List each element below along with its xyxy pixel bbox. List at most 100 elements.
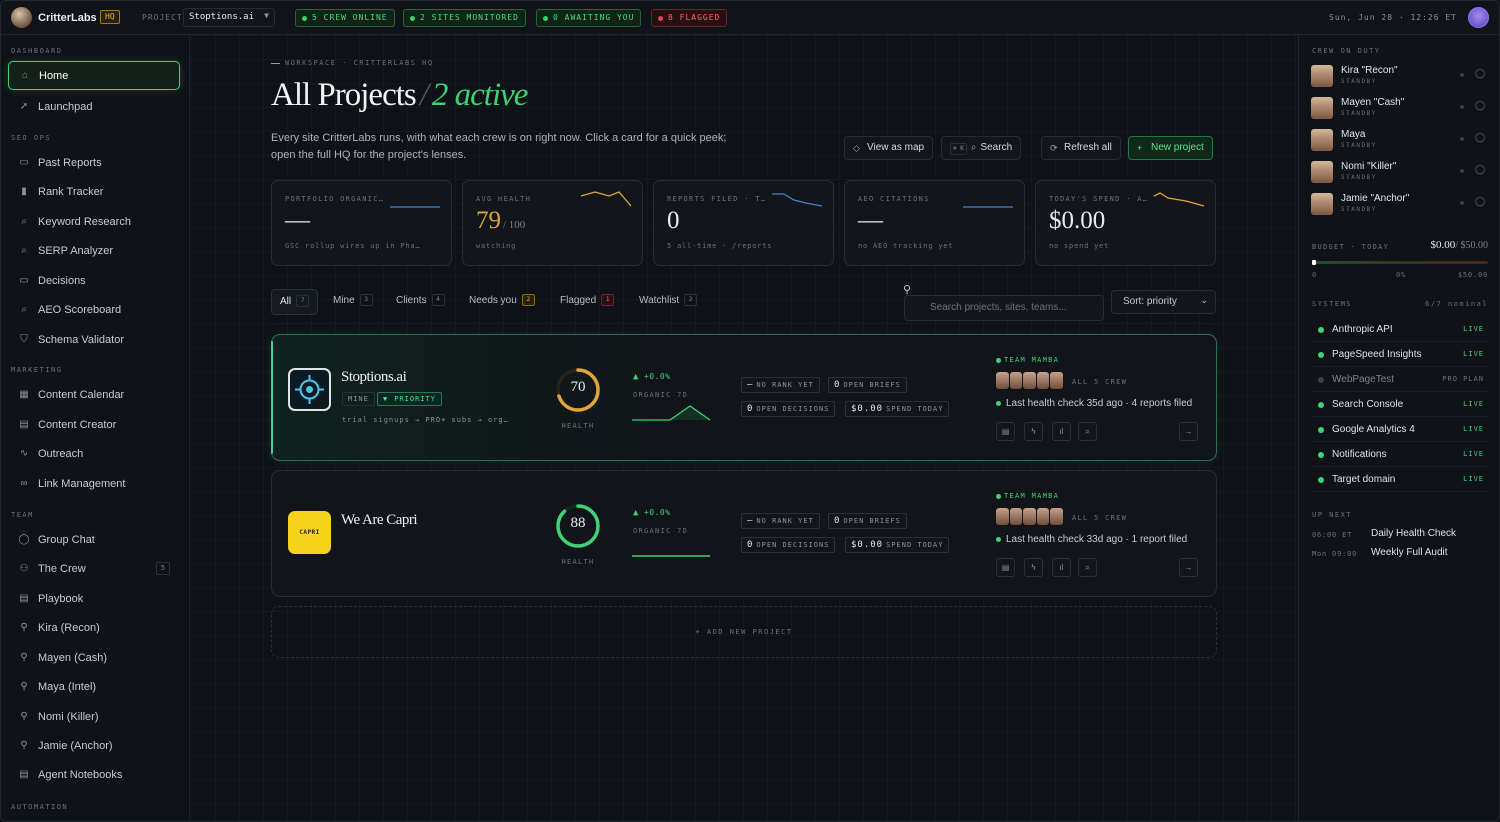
add-new-project-button[interactable]: + ADD NEW PROJECT	[271, 606, 1217, 658]
chat-icon[interactable]: ◯	[1475, 100, 1485, 111]
crew-row[interactable]: Jamie "Anchor" STANDBY ◯	[1311, 193, 1491, 219]
nav-content-creator[interactable]: ▤ Content Creator	[8, 410, 180, 439]
bar-chart-icon[interactable]: ıl	[1052, 558, 1071, 577]
nav-schema-validator[interactable]: ⛉ Schema Validator	[8, 325, 180, 354]
nav-mayen[interactable]: ⚲ Mayen (Cash)	[8, 643, 180, 672]
filter-needs-you[interactable]: Needs you 2	[461, 289, 543, 315]
filter-clients[interactable]: Clients 4	[388, 289, 453, 315]
project-card-capri[interactable]: CAPRI We Are Capri 88 HEALTH ▲ +0.0% ORGA…	[271, 470, 1217, 597]
nav-maya[interactable]: ⚲ Maya (Intel)	[8, 672, 180, 701]
up-next-item[interactable]: Mon 09:00 Weekly Full Audit	[1312, 547, 1492, 563]
crew-avatars	[996, 508, 1064, 525]
crew-row[interactable]: Kira "Recon" STANDBY ◯	[1311, 65, 1491, 91]
nav-rank-tracker[interactable]: ▮ Rank Tracker	[8, 177, 180, 206]
crew-online-pill[interactable]: 5 CREW ONLINE	[295, 9, 395, 27]
nav-kira[interactable]: ⚲ Kira (Recon)	[8, 613, 180, 642]
stat-reports-filed[interactable]: REPORTS FILED · T… 0 5 all-time · /repor…	[653, 180, 834, 266]
stat-sparkline	[580, 191, 632, 207]
system-name: Search Console	[1332, 399, 1404, 410]
nav-label: Jamie (Anchor)	[38, 739, 113, 752]
nav-jamie[interactable]: ⚲ Jamie (Anchor)	[8, 731, 180, 760]
nav-home[interactable]: ⌂ Home	[8, 61, 180, 90]
system-row[interactable]: Anthropic API LIVE	[1312, 318, 1488, 342]
nav-decisions[interactable]: ▭ Decisions	[8, 266, 180, 295]
search-input[interactable]: Search projects, sites, teams...	[904, 295, 1104, 321]
new-project-button[interactable]: + New project	[1128, 136, 1213, 160]
nav-outreach[interactable]: ∿ Outreach	[8, 439, 180, 468]
awaiting-pill[interactable]: 0 AWAITING YOU	[536, 9, 642, 27]
filter-all[interactable]: All 7	[271, 289, 319, 315]
system-row[interactable]: PageSpeed Insights LIVE	[1312, 343, 1488, 367]
user-icon: ⚲	[20, 622, 28, 633]
project-card-stoptions[interactable]: Stoptions.ai MINE ▼ PRIORITY trial signup…	[271, 334, 1217, 461]
system-row[interactable]: WebPageTest PRO PLAN	[1312, 368, 1488, 392]
stat-sparkline	[963, 206, 1013, 208]
search-button[interactable]: ⌘ K ⌕ Search	[941, 136, 1022, 160]
sort-select[interactable]: Sort: priority ⌄	[1111, 290, 1216, 314]
system-row[interactable]: Search Console LIVE	[1312, 393, 1488, 417]
system-name: Anthropic API	[1332, 324, 1393, 335]
stat-portfolio-organic[interactable]: PORTFOLIO ORGANIC… — GSC rollup wires up…	[271, 180, 452, 266]
user-icon: ⚲	[20, 740, 28, 751]
nav-link-management[interactable]: ∞ Link Management	[8, 469, 180, 498]
nav-aeo-scoreboard[interactable]: ⌕ AEO Scoreboard	[8, 295, 180, 324]
lightning-icon[interactable]: ϟ	[1024, 558, 1043, 577]
up-next-item[interactable]: 06:00 ET Daily Health Check	[1312, 528, 1492, 544]
clock: Sun, Jun 28 · 12:26 ET	[1329, 13, 1457, 22]
up-next-time: Mon 09:00	[1312, 550, 1358, 558]
breadcrumb-text: WORKSPACE · CRITTERLABS HQ	[285, 59, 434, 67]
chat-icon[interactable]: ◯	[1475, 196, 1485, 207]
section-seo-ops: SEO OPS	[11, 134, 52, 142]
system-name: PageSpeed Insights	[1332, 349, 1422, 360]
shield-icon: ⛉	[20, 334, 28, 345]
filter-watchlist[interactable]: Watchlist 2	[631, 289, 705, 315]
stat-avg-health[interactable]: AVG HEALTH 79/ 100 watching	[462, 180, 643, 266]
flagged-pill[interactable]: 8 FLAGGED	[651, 9, 728, 27]
system-row[interactable]: Google Analytics 4 LIVE	[1312, 418, 1488, 442]
stat-value-text: —	[858, 207, 883, 234]
nav-serp-analyzer[interactable]: ⌕ SERP Analyzer	[8, 236, 180, 265]
bar-chart-icon[interactable]: ıl	[1052, 422, 1071, 441]
chip-label: SPEND TODAY	[886, 541, 944, 549]
refresh-all-button[interactable]: ⟳ Refresh all	[1041, 136, 1121, 160]
sites-monitored-pill[interactable]: 2 SITES MONITORED	[403, 9, 526, 27]
stat-aeo-citations[interactable]: AEO CITATIONS — no AEO tracking yet	[844, 180, 1025, 266]
report-icon[interactable]: ▤	[996, 422, 1015, 441]
chat-icon[interactable]: ◯	[1475, 164, 1485, 175]
lightning-icon[interactable]: ϟ	[1024, 422, 1043, 441]
filter-flagged[interactable]: Flagged 1	[552, 289, 622, 315]
crew-row[interactable]: Mayen "Cash" STANDBY ◯	[1311, 97, 1491, 123]
stat-label: PORTFOLIO ORGANIC…	[285, 195, 385, 203]
arrow-right-icon[interactable]: →	[1179, 558, 1198, 577]
nav-playbook[interactable]: ▤ Playbook	[8, 584, 180, 613]
nav-the-crew[interactable]: ⚇ The Crew 5	[8, 554, 180, 583]
crew-row[interactable]: Nomi "Killer" STANDBY ◯	[1311, 161, 1491, 187]
project-select[interactable]: Stoptions.ai ▼	[183, 8, 275, 27]
nav-agent-notebooks[interactable]: ▤ Agent Notebooks	[8, 760, 180, 789]
nav-past-reports[interactable]: ▭ Past Reports	[8, 148, 180, 177]
project-select-value: Stoptions.ai	[189, 12, 255, 22]
report-icon[interactable]: ▤	[996, 558, 1015, 577]
nav-nomi[interactable]: ⚲ Nomi (Killer)	[8, 702, 180, 731]
chat-icon[interactable]: ◯	[1475, 68, 1485, 79]
nav-keyword-research[interactable]: ⌕ Keyword Research	[8, 207, 180, 236]
pulse-icon: ∿	[19, 448, 29, 459]
crew-label: ALL 5 CREW	[1072, 378, 1128, 386]
filter-mine[interactable]: Mine 3	[325, 289, 381, 315]
nav-group-chat[interactable]: ◯ Group Chat	[8, 525, 180, 554]
stat-todays-spend[interactable]: TODAY'S SPEND · A… $0.00 no spend yet	[1035, 180, 1216, 266]
search-icon[interactable]: ⌕	[1078, 422, 1097, 441]
search-icon[interactable]: ⌕	[1078, 558, 1097, 577]
user-avatar[interactable]	[1468, 7, 1489, 28]
view-map-button[interactable]: ◇ View as map	[844, 136, 934, 160]
chat-icon[interactable]: ◯	[1475, 132, 1485, 143]
priority-label: PRIORITY	[394, 395, 436, 403]
nav-content-calendar[interactable]: ▦ Content Calendar	[8, 380, 180, 409]
system-row[interactable]: Notifications LIVE	[1312, 443, 1488, 467]
active-count: 2 active	[431, 77, 529, 113]
nav-launchpad[interactable]: ➚ Launchpad	[8, 92, 180, 121]
crew-row[interactable]: Maya STANDBY ◯	[1311, 129, 1491, 155]
stat-label: TODAY'S SPEND · A…	[1049, 195, 1149, 203]
system-row[interactable]: Target domain LIVE	[1312, 468, 1488, 492]
arrow-right-icon[interactable]: →	[1179, 422, 1198, 441]
